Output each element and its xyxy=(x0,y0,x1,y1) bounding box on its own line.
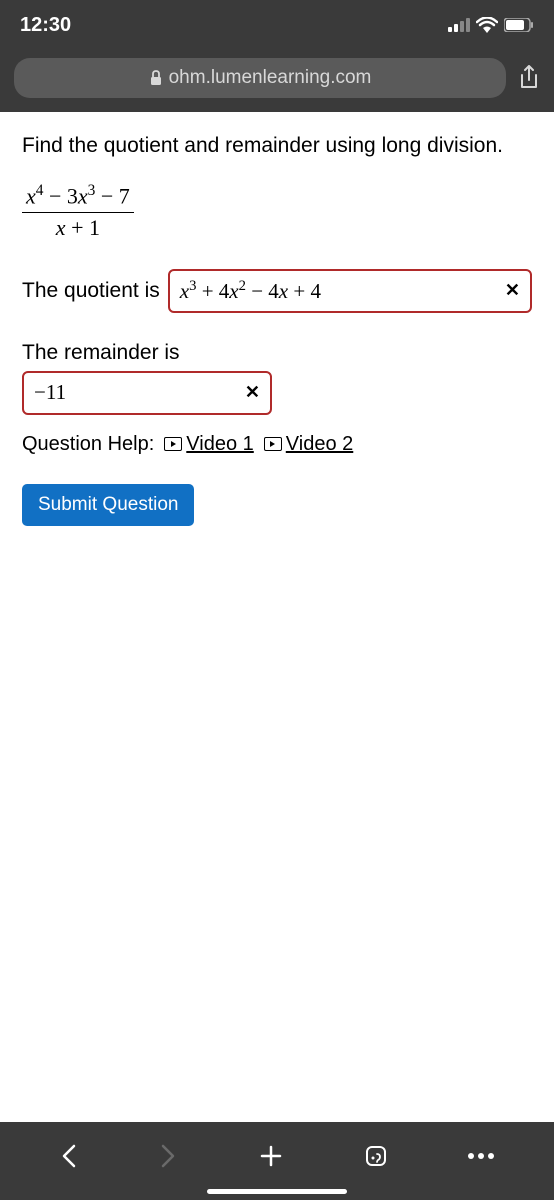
remainder-row: −11 ✕ xyxy=(22,371,532,415)
fraction-denominator: x + 1 xyxy=(22,213,134,241)
url-text: ohm.lumenlearning.com xyxy=(169,67,372,89)
fraction-numerator: x4 − 3x3 − 7 xyxy=(22,182,134,212)
remainder-value: −11 xyxy=(34,380,66,405)
signal-icon xyxy=(448,18,470,32)
status-icons xyxy=(448,17,534,33)
page-content: Find the quotient and remainder using lo… xyxy=(0,112,554,546)
home-indicator[interactable] xyxy=(207,1189,347,1194)
submit-button[interactable]: Submit Question xyxy=(22,484,194,526)
play-icon xyxy=(164,437,182,451)
help-label: Question Help: xyxy=(22,433,154,456)
url-bar[interactable]: ohm.lumenlearning.com xyxy=(14,58,506,98)
quotient-input[interactable]: x3 + 4x2 − 4x + 4 ✕ xyxy=(168,269,532,313)
status-bar: 12:30 xyxy=(0,0,554,50)
new-tab-button[interactable] xyxy=(257,1142,285,1170)
incorrect-icon: ✕ xyxy=(505,280,520,301)
incorrect-icon: ✕ xyxy=(245,382,260,403)
battery-icon xyxy=(504,18,534,32)
share-button[interactable] xyxy=(518,65,540,91)
quotient-label: The quotient is xyxy=(22,279,160,303)
browser-chrome: ohm.lumenlearning.com xyxy=(0,50,554,112)
wifi-icon xyxy=(476,17,498,33)
remainder-input[interactable]: −11 ✕ xyxy=(22,371,272,415)
lock-icon xyxy=(149,70,163,86)
back-button[interactable] xyxy=(59,1142,79,1170)
quotient-value: x3 + 4x2 − 4x + 4 xyxy=(180,278,321,304)
play-icon xyxy=(264,437,282,451)
math-fraction: x4 − 3x3 − 7 x + 1 xyxy=(22,182,134,240)
quotient-row: The quotient is x3 + 4x2 − 4x + 4 ✕ xyxy=(22,269,532,313)
video-link-2[interactable]: Video 2 xyxy=(264,433,353,456)
status-time: 12:30 xyxy=(20,14,71,37)
remainder-label: The remainder is xyxy=(22,341,532,365)
question-prompt: Find the quotient and remainder using lo… xyxy=(22,132,532,160)
help-row: Question Help: Video 1 Video 2 xyxy=(22,433,532,456)
video-link-1[interactable]: Video 1 xyxy=(164,433,253,456)
browser-toolbar xyxy=(0,1122,554,1200)
menu-button[interactable] xyxy=(467,1152,495,1160)
forward-button[interactable] xyxy=(158,1142,178,1170)
tabs-button[interactable] xyxy=(364,1144,388,1168)
